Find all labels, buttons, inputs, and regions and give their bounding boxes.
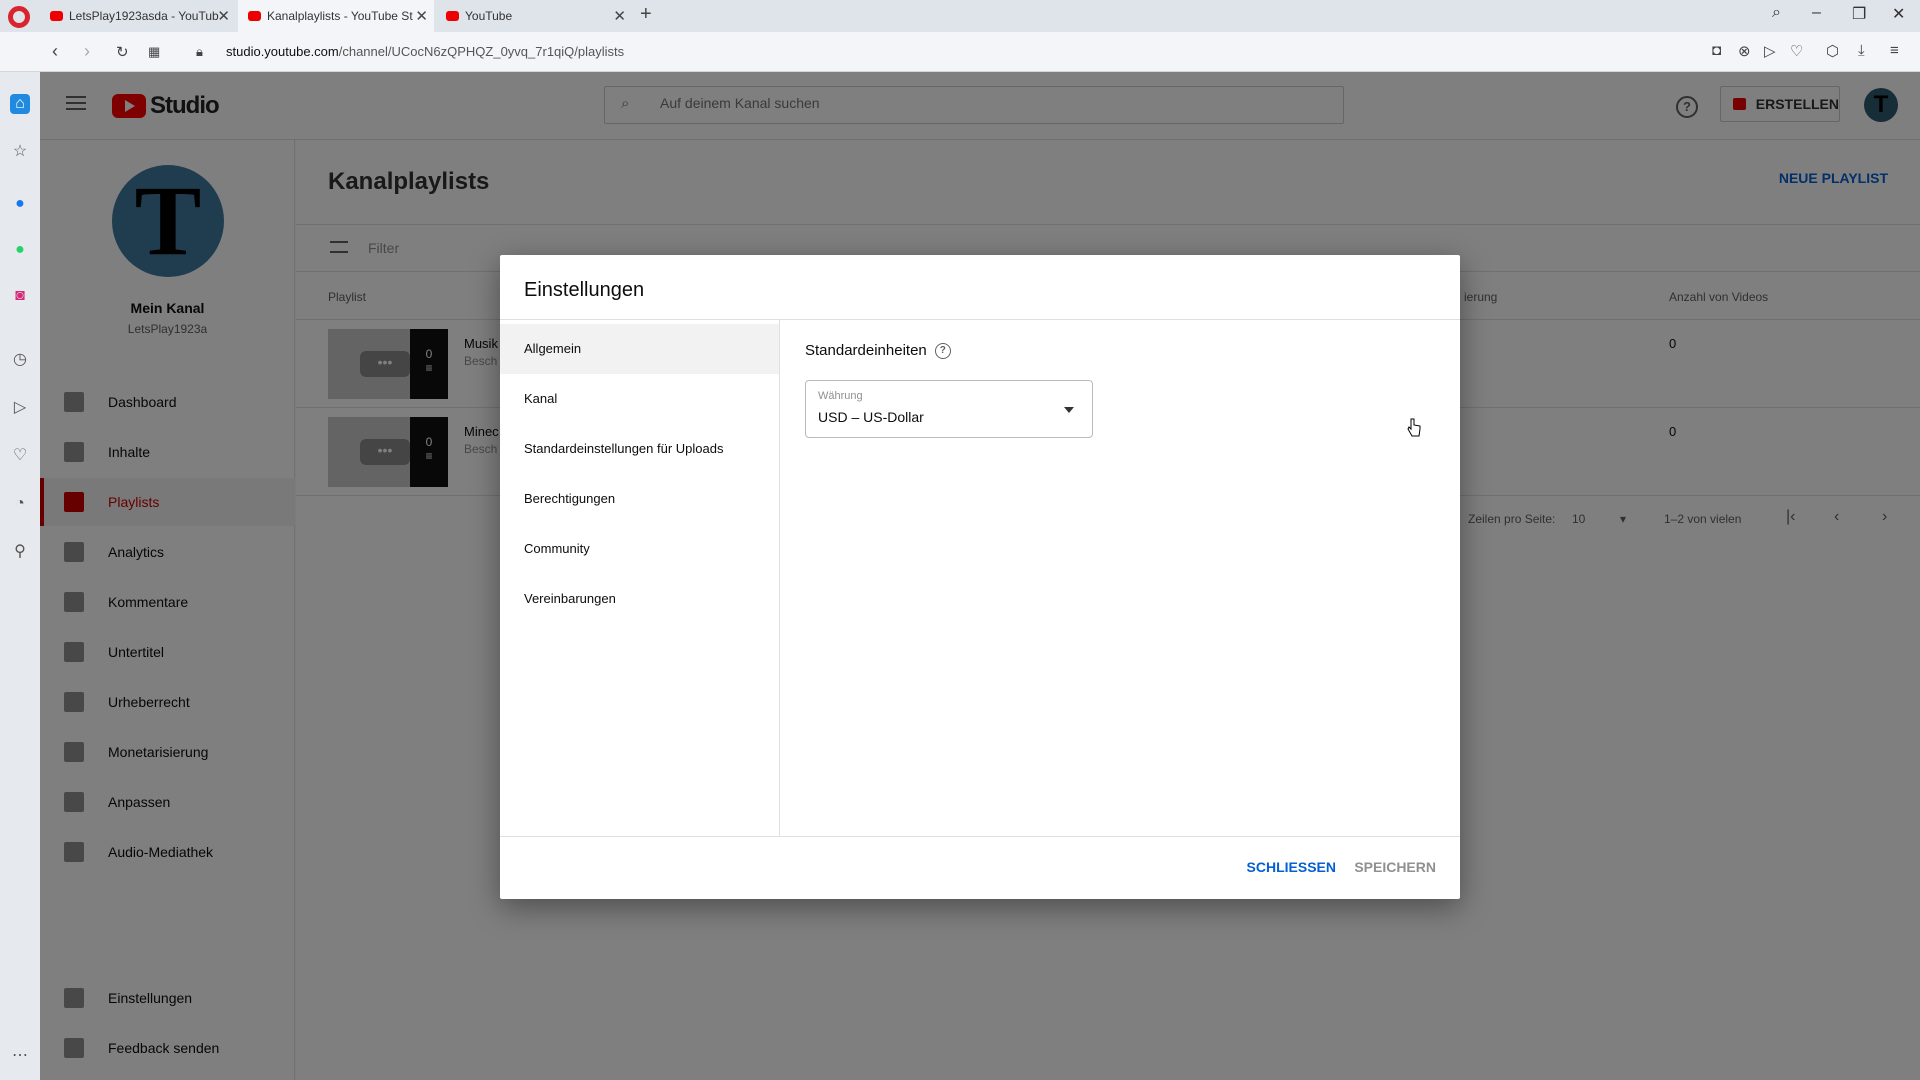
restore-icon[interactable]: ❐ (1852, 4, 1866, 24)
home-icon[interactable]: ⌂ (10, 94, 30, 114)
url-field[interactable]: studio.youtube.com/channel/UCocN6zQPHQZ_… (226, 44, 624, 59)
browser-tab-bar: LetsPlay1923asda - YouTub ✕ Kanalplaylis… (0, 0, 1920, 32)
reload-icon[interactable]: ↻ (116, 43, 129, 61)
download-icon[interactable]: ⤓ (1858, 42, 1865, 59)
whatsapp-icon[interactable]: ● (10, 240, 30, 260)
menu-icon[interactable]: ≡ (1890, 42, 1899, 59)
messenger-icon[interactable]: ● (10, 194, 30, 214)
send-icon[interactable]: ▷ (10, 398, 30, 418)
back-icon[interactable]: ‹ (52, 41, 58, 62)
opera-sidebar: ⌂ ☆ ● ● ◙ ◷ ▷ ♡ ◔ ⚲ ⋯ (0, 72, 40, 1080)
settings-tab-agreements[interactable]: Vereinbarungen (500, 574, 779, 624)
tips-icon[interactable]: ⚲ (10, 542, 30, 562)
close-tab-icon[interactable]: ✕ (217, 7, 230, 25)
youtube-favicon-icon (50, 11, 63, 21)
settings-tab-channel[interactable]: Kanal (500, 374, 779, 424)
opera-logo-icon[interactable] (8, 6, 30, 28)
section-title-text: Standardeinheiten (805, 342, 927, 359)
youtube-favicon-icon (446, 11, 459, 21)
hand-cursor-icon (1407, 418, 1421, 437)
settings-tab-permissions[interactable]: Berechtigungen (500, 474, 779, 524)
section-title: Standardeinheiten ? (805, 342, 951, 359)
window-close-icon[interactable]: ✕ (1892, 4, 1905, 24)
player-icon[interactable]: ◷ (10, 350, 30, 370)
currency-label: Währung (818, 390, 863, 402)
settings-dialog: Einstellungen Allgemein Kanal Standardei… (500, 255, 1460, 899)
browser-search-icon[interactable]: ⌕ (1772, 4, 1781, 22)
dialog-title: Einstellungen (524, 279, 645, 301)
currency-value: USD – US-Dollar (818, 409, 924, 425)
settings-tab-upload-defaults[interactable]: Standardeinstellungen für Uploads (500, 424, 779, 474)
minimize-icon[interactable]: ‒ (1812, 4, 1821, 22)
settings-nav: Allgemein Kanal Standardeinstellungen fü… (500, 320, 780, 836)
close-tab-icon[interactable]: ✕ (613, 7, 626, 25)
forward-icon[interactable]: › (84, 41, 90, 62)
browser-tab[interactable]: YouTube ✕ (436, 0, 632, 32)
currency-select[interactable]: Währung USD – US-Dollar (805, 380, 1093, 438)
new-tab-icon[interactable]: + (640, 3, 652, 26)
url-host: studio.youtube.com (226, 44, 339, 59)
tabs-grid-icon[interactable]: ▦ (148, 44, 160, 60)
save-button[interactable]: SPEICHERN (1354, 859, 1436, 875)
youtube-favicon-icon (248, 11, 261, 21)
more-icon[interactable]: ⋯ (10, 1046, 30, 1066)
close-button[interactable]: SCHLIESSEN (1247, 859, 1336, 875)
lock-icon: 🔒︎ (196, 44, 203, 59)
help-icon[interactable]: ? (934, 342, 951, 359)
close-tab-icon[interactable]: ✕ (415, 7, 428, 25)
settings-tab-general[interactable]: Allgemein (500, 324, 779, 374)
bookmark-icon[interactable]: ☆ (10, 142, 30, 162)
heart-icon[interactable]: ♡ (10, 446, 30, 466)
browser-tab-active[interactable]: Kanalplaylists - YouTube St ✕ (238, 0, 434, 32)
adblock-icon[interactable]: ⊗ (1738, 42, 1751, 60)
instagram-icon[interactable]: ◙ (10, 286, 30, 306)
dialog-footer: SCHLIESSEN SPEICHERN (500, 836, 1460, 899)
dropdown-arrow-icon (1064, 407, 1074, 413)
cube-icon[interactable]: ⬡ (1826, 42, 1839, 60)
send-icon[interactable]: ▷ (1764, 42, 1776, 60)
url-path: /channel/UCocN6zQPHQZ_0yvq_7r1qiQ/playli… (338, 44, 625, 59)
heart-icon[interactable]: ♡ (1790, 42, 1803, 60)
settings-tab-community[interactable]: Community (500, 524, 779, 574)
history-icon[interactable]: ◔ (10, 494, 30, 514)
camera-icon[interactable]: ◘ (1712, 42, 1721, 59)
browser-tab[interactable]: LetsPlay1923asda - YouTub ✕ (40, 0, 236, 32)
settings-content: Standardeinheiten ? Währung USD – US-Dol… (781, 320, 1460, 836)
address-bar: ‹ › ↻ ▦ 🔒︎ studio.youtube.com/channel/UC… (0, 32, 1920, 72)
